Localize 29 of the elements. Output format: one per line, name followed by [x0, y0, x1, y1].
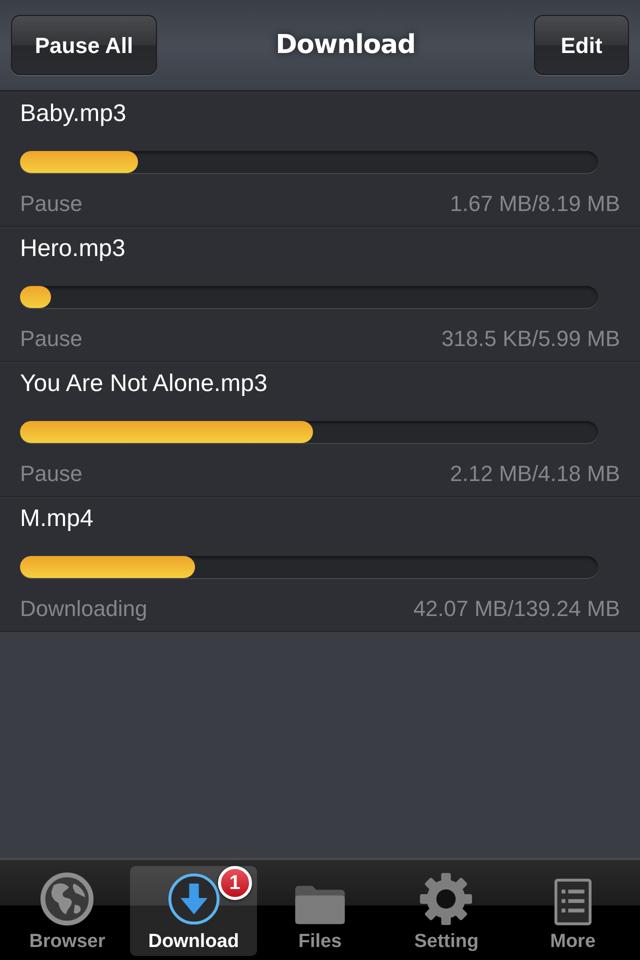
navigation-title: Download [276, 28, 416, 62]
globe-icon [40, 872, 94, 926]
file-name: Hero.mp3 [20, 234, 126, 264]
tab-item[interactable]: Files [256, 866, 384, 956]
tab-item[interactable]: Browser [4, 866, 130, 956]
file-name: Baby.mp3 [20, 99, 126, 129]
edit-button[interactable]: Edit [534, 15, 629, 75]
download-row[interactable]: You Are Not Alone.mp3 Pause 2.12 MB/4.18 MB [0, 362, 640, 497]
download-row[interactable]: Baby.mp3 Pause 1.67 MB/8.19 MB [0, 92, 640, 227]
download-row[interactable]: M.mp4 Downloading 42.07 MB/139.24 MB [0, 497, 640, 632]
gear-icon [419, 872, 474, 926]
download-size: 42.07 MB/139.24 MB [413, 595, 620, 623]
download-status: Pause [20, 190, 82, 218]
download-row[interactable]: Hero.mp3 Pause 318.5 KB/5.99 MB [0, 227, 640, 362]
file-name: You Are Not Alone.mp3 [20, 369, 268, 399]
notification-badge: 1 [218, 866, 252, 900]
download-size: 1.67 MB/8.19 MB [450, 190, 620, 218]
download-status: Pause [20, 325, 82, 353]
download-status: Pause [20, 460, 82, 488]
tab-item[interactable]: More [510, 866, 636, 956]
folder-icon [293, 884, 348, 926]
pause-all-button[interactable]: Pause All [11, 15, 157, 75]
download-size: 318.5 KB/5.99 MB [441, 325, 620, 353]
list-icon [554, 878, 592, 926]
tab-item[interactable]: Download 1 [130, 866, 257, 956]
download-size: 2.12 MB/4.18 MB [450, 460, 620, 488]
download-status: Downloading [20, 595, 148, 623]
tab-item[interactable]: Setting [383, 866, 510, 956]
file-name: M.mp4 [20, 504, 94, 534]
